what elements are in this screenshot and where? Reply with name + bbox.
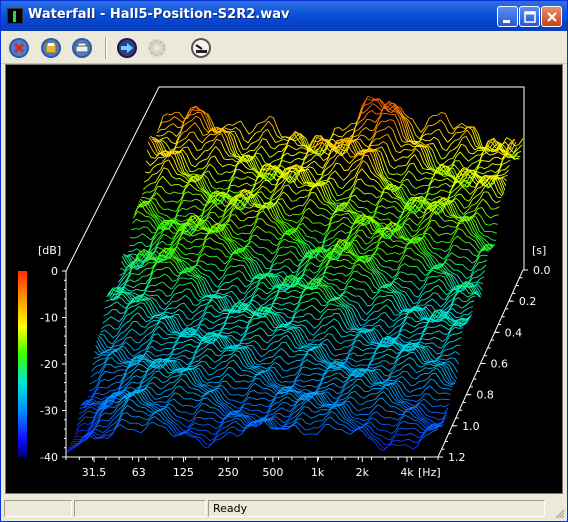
status-text: Ready [208, 500, 545, 517]
toolbar [1, 31, 567, 64]
db-tick-label: 0 [51, 265, 58, 278]
gear-icon [148, 39, 166, 57]
maximize-button[interactable] [519, 6, 540, 27]
close-icon [547, 12, 557, 22]
db-color-scale [18, 271, 27, 457]
title-bar[interactable]: Waterfall - Hall5-Position-S2R2.wav [1, 1, 567, 31]
time-tick-label: 0.6 [491, 358, 509, 371]
waterfall-slice [84, 353, 456, 408]
db-tick-label: -40 [40, 451, 58, 464]
time-unit-label: [s] [532, 244, 546, 257]
status-bar: Ready [1, 497, 567, 521]
window-title: Waterfall - Hall5-Position-S2R2.wav [28, 7, 290, 22]
status-pane-1 [4, 500, 72, 517]
gauge-icon [191, 38, 211, 58]
disk-icon [41, 38, 61, 58]
freq-tick-label: 2k [356, 466, 370, 479]
waterfall-plot[interactable]: 0 -10 -20 -30 -40 [dB] 31.5 63 125 250 500 1k 2k 4k [H… [5, 64, 563, 494]
freq-tick-label: 4k [400, 466, 414, 479]
waterfall-slice [131, 193, 498, 237]
time-tick-label: 1.0 [462, 420, 480, 433]
waterfall-slice [132, 188, 500, 236]
time-tick-label: 0.2 [519, 295, 537, 308]
minimize-icon [503, 20, 510, 23]
freq-unit-label: [Hz] [418, 466, 441, 479]
minimize-button[interactable] [497, 6, 518, 27]
disabled-tool-button[interactable] [145, 36, 169, 60]
settings-tool-button[interactable] [189, 36, 213, 60]
status-pane-2 [74, 500, 206, 517]
print-tool-button[interactable] [70, 36, 94, 60]
waterfall-window: Waterfall - Hall5-Position-S2R2.wav 0 -1… [0, 0, 568, 522]
time-tick-label: 0.4 [505, 326, 522, 339]
waterfall-chart: 0 -10 -20 -30 -40 [dB] 31.5 63 125 250 500 1k 2k 4k [H… [18, 86, 551, 479]
db-tick-label: -30 [40, 405, 58, 418]
app-icon[interactable] [7, 8, 23, 24]
resize-grip-icon[interactable] [553, 507, 565, 519]
time-tick-label: 0.0 [533, 264, 551, 277]
red-x-icon [9, 38, 29, 58]
freq-tick-label: 1k [311, 466, 325, 479]
cancel-tool-button[interactable] [7, 36, 31, 60]
maximize-icon [524, 11, 536, 23]
save-tool-button[interactable] [39, 36, 63, 60]
db-unit-label: [dB] [38, 244, 61, 257]
freq-tick-label: 125 [173, 466, 194, 479]
time-tick-label: 1.2 [448, 451, 466, 464]
printer-icon [72, 38, 92, 58]
forward-tool-button[interactable] [115, 36, 139, 60]
freq-tick-label: 250 [218, 466, 239, 479]
time-tick-label: 0.8 [476, 389, 494, 402]
db-tick-label: -20 [40, 358, 58, 371]
freq-tick-label: 31.5 [82, 466, 107, 479]
db-tick-label: -10 [40, 312, 58, 325]
arrow-right-icon [117, 38, 137, 58]
freq-tick-label: 63 [132, 466, 146, 479]
waterfall-slice [98, 306, 468, 349]
close-button[interactable] [541, 6, 562, 27]
freq-tick-label: 500 [262, 466, 283, 479]
